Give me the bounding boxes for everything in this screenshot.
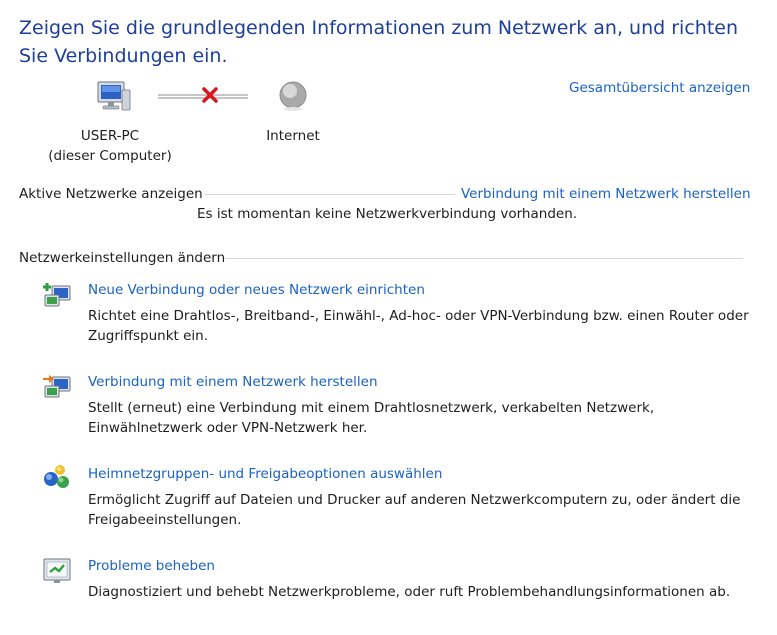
computer-icon[interactable] (96, 80, 132, 112)
internet-label: Internet (266, 128, 320, 144)
full-map-link[interactable]: Gesamtübersicht anzeigen (569, 78, 750, 98)
homegroup-icon[interactable] (42, 462, 72, 492)
connect-network-icon[interactable] (42, 371, 72, 401)
new-connection-link[interactable]: Neue Verbindung oder neues Netzwerk einr… (88, 280, 425, 300)
new-connection-desc: Richtet eine Drahtlos-, Breitband-, Einw… (88, 308, 749, 324)
troubleshoot-link[interactable]: Probleme beheben (88, 556, 215, 576)
homegroup-link[interactable]: Heimnetzgruppen- und Freigabeoptionen au… (88, 464, 442, 484)
troubleshoot-icon[interactable] (42, 556, 72, 586)
computer-sub-label: (dieser Computer) (48, 148, 172, 164)
error-x-icon (201, 86, 219, 104)
section-divider (225, 258, 743, 259)
internet-globe-icon[interactable] (278, 80, 310, 112)
page-title: Zeigen Sie die grundlegenden Information… (19, 17, 738, 67)
troubleshoot-desc: Diagnostiziert und behebt Netzwerkproble… (88, 584, 731, 600)
active-networks-heading: Aktive Netzwerke anzeigen (19, 186, 203, 202)
connect-network-desc: Stellt (erneut) eine Verbindung mit eine… (88, 400, 655, 416)
computer-name-label: USER-PC (80, 128, 140, 144)
connect-network-option-link[interactable]: Verbindung mit einem Netzwerk herstellen (88, 372, 378, 392)
connect-network-desc: Einwählnetzwerk oder VPN-Netzwerk her. (88, 420, 368, 436)
homegroup-desc: Ermöglicht Zugriff auf Dateien und Druck… (88, 492, 741, 508)
change-settings-heading: Netzwerkeinstellungen ändern (19, 250, 226, 266)
new-connection-desc: Zugriffspunkt ein. (88, 328, 208, 344)
new-connection-icon[interactable] (42, 280, 72, 310)
connect-network-link[interactable]: Verbindung mit einem Netzwerk herstellen (461, 184, 751, 204)
homegroup-desc: Freigabeeinstellungen. (88, 512, 242, 528)
section-divider (205, 194, 455, 195)
no-connection-status: Es ist momentan keine Netzwerkverbindung… (197, 206, 578, 222)
